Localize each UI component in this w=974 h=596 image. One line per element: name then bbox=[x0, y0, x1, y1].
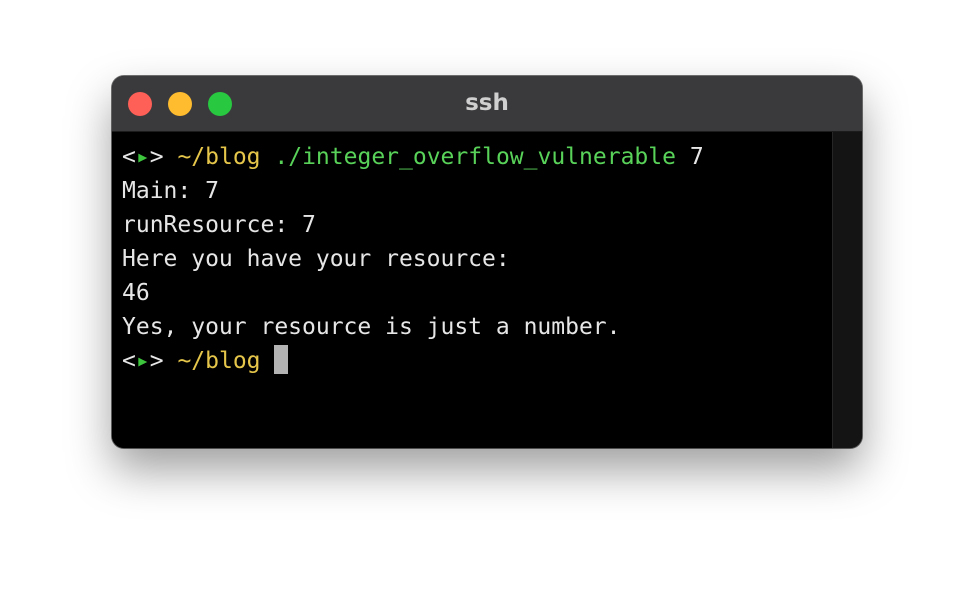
terminal-content[interactable]: <▸> ~/blog ./integer_overflow_vulnerable… bbox=[112, 132, 832, 448]
prompt-bracket-close: > bbox=[149, 348, 164, 374]
prompt-bracket-open: < bbox=[122, 348, 136, 374]
window-title: ssh bbox=[465, 90, 509, 116]
prompt-path: ~/blog bbox=[177, 348, 261, 374]
prompt-arrow-icon: ▸ bbox=[135, 144, 150, 170]
command-line: <▸> ~/blog ./integer_overflow_vulnerable… bbox=[122, 140, 832, 174]
output-line: 46 bbox=[122, 280, 150, 306]
command-argument: 7 bbox=[689, 144, 704, 170]
terminal-window: ssh <▸> ~/blog ./integer_overflow_vulner… bbox=[112, 76, 862, 448]
prompt-bracket-open: < bbox=[122, 144, 136, 170]
current-prompt-line[interactable]: <▸> ~/blog bbox=[122, 344, 832, 378]
output-line: runResource: 7 bbox=[122, 212, 316, 238]
output-line: Here you have your resource: bbox=[122, 246, 510, 272]
title-bar[interactable]: ssh bbox=[112, 76, 862, 132]
scrollbar[interactable] bbox=[832, 132, 862, 448]
output-line: Yes, your resource is just a number. bbox=[122, 314, 621, 340]
prompt-arrow-icon: ▸ bbox=[135, 348, 150, 374]
command-text: ./integer_overflow_vulnerable bbox=[274, 144, 676, 170]
prompt-bracket-close: > bbox=[149, 144, 164, 170]
prompt-path: ~/blog bbox=[177, 144, 261, 170]
text-cursor bbox=[274, 345, 289, 374]
output-line: Main: 7 bbox=[122, 178, 219, 204]
